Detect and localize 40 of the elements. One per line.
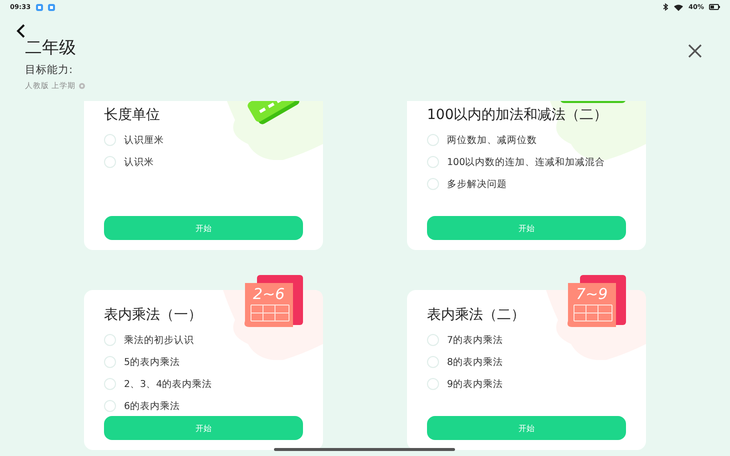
radio-button[interactable] bbox=[427, 178, 439, 190]
back-icon[interactable] bbox=[16, 24, 26, 38]
card-title: 表内乘法（二） bbox=[427, 306, 525, 324]
radio-button[interactable] bbox=[427, 378, 439, 390]
wifi-icon bbox=[674, 4, 684, 10]
radio-button[interactable] bbox=[104, 356, 116, 368]
battery-icon bbox=[709, 4, 720, 10]
radio-button[interactable] bbox=[104, 378, 116, 390]
topic-label: 7的表内乘法 bbox=[447, 334, 504, 346]
radio-button[interactable] bbox=[427, 356, 439, 368]
topic-label: 认识米 bbox=[124, 156, 154, 168]
topic-label: 8的表内乘法 bbox=[447, 356, 504, 368]
radio-button[interactable] bbox=[427, 156, 439, 168]
settings-icon[interactable] bbox=[79, 83, 86, 89]
start-button[interactable]: 开始 bbox=[427, 216, 626, 240]
topic-label: 6的表内乘法 bbox=[124, 400, 180, 412]
topic-label: 乘法的初步认识 bbox=[124, 334, 194, 346]
topic-label: 多步解决问题 bbox=[447, 178, 507, 190]
radio-button[interactable] bbox=[427, 334, 439, 346]
topic-label: 5的表内乘法 bbox=[124, 356, 180, 368]
radio-button[interactable] bbox=[427, 134, 439, 146]
start-button[interactable]: 开始 bbox=[104, 416, 303, 440]
radio-button[interactable] bbox=[104, 334, 116, 346]
target-label: 目标能力: bbox=[25, 63, 73, 77]
start-button[interactable]: 开始 bbox=[104, 216, 303, 240]
card-title: 长度单位 bbox=[104, 106, 160, 124]
topic-label: 2、3、4的表内乘法 bbox=[124, 378, 212, 390]
start-button[interactable]: 开始 bbox=[427, 416, 626, 440]
topic-label: 两位数加、减两位数 bbox=[447, 134, 537, 146]
card-title: 100以内的加法和减法（二） bbox=[427, 106, 608, 124]
radio-button[interactable] bbox=[104, 156, 116, 168]
card-title: 表内乘法（一） bbox=[104, 306, 202, 324]
radio-button[interactable] bbox=[104, 134, 116, 146]
radio-button[interactable] bbox=[104, 400, 116, 412]
topic-label: 100以内数的连加、连减和加减混合 bbox=[447, 156, 606, 168]
topic-label: 9的表内乘法 bbox=[447, 378, 504, 390]
bluetooth-icon bbox=[663, 3, 670, 11]
topic-label: 认识厘米 bbox=[124, 134, 164, 146]
close-icon[interactable] bbox=[688, 44, 702, 58]
page-title: 二年级 bbox=[25, 38, 76, 58]
